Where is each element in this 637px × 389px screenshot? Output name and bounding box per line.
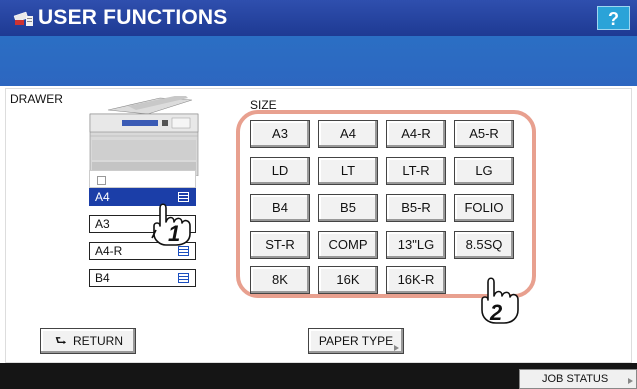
size-button-a5-r[interactable]: A5-R [454,120,514,148]
job-status-button[interactable]: JOB STATUS [519,369,637,389]
size-button-a4-r[interactable]: A4-R [386,120,446,148]
submenu-arrow-icon [628,378,633,384]
drawer-bypass [89,170,196,188]
copier-illustration-icon [89,96,199,176]
size-button-folio[interactable]: FOLIO [454,194,514,222]
size-button-ld[interactable]: LD [250,157,310,185]
help-button[interactable]: ? [597,6,630,30]
size-button-b5[interactable]: B5 [318,194,378,222]
return-label: RETURN [73,334,123,348]
size-button-st-r[interactable]: ST-R [250,231,310,259]
size-button-a4[interactable]: A4 [318,120,378,148]
paper-stack-icon [178,273,189,283]
paper-type-button[interactable]: PAPER TYPE [308,328,404,354]
callout-number-2: 2 [489,300,503,324]
drawer-item-label: A4-R [95,244,123,258]
size-button-8k[interactable]: 8K [250,266,310,294]
drawer-item-4[interactable]: B4 [89,269,196,287]
user-functions-icon [13,11,33,26]
drawer-item-label: A3 [95,217,110,231]
drawer-item-label: B4 [95,271,110,285]
pointing-hand-icon-2: 2 [481,277,519,324]
size-button-comp[interactable]: COMP [318,231,378,259]
size-button-lt[interactable]: LT [318,157,378,185]
pointing-hand-icon-1: 1 [151,203,191,246]
size-button-a3[interactable]: A3 [250,120,310,148]
paper-type-label: PAPER TYPE [318,334,394,348]
size-button-13lg[interactable]: 13"LG [386,231,446,259]
size-button-lg[interactable]: LG [454,157,514,185]
bypass-tray-icon [97,176,106,185]
submenu-arrow-icon [394,345,399,351]
message-bar [0,36,637,88]
paper-stack-icon [178,246,189,256]
size-button-b4[interactable]: B4 [250,194,310,222]
size-button-8-5sq[interactable]: 8.5SQ [454,231,514,259]
return-arrow-icon: ⮑ [55,333,67,348]
size-button-16k[interactable]: 16K [318,266,378,294]
callout-number-1: 1 [168,221,180,246]
return-button[interactable]: ⮑ RETURN [40,328,136,354]
job-status-label: JOB STATUS [542,373,609,385]
size-button-16k-r[interactable]: 16K-R [386,266,446,294]
page-title: USER FUNCTIONS [38,6,228,29]
size-button-lt-r[interactable]: LT-R [386,157,446,185]
drawer-label: DRAWER [10,92,63,106]
drawer-item-label: A4 [95,190,110,204]
size-button-b5-r[interactable]: B5-R [386,194,446,222]
